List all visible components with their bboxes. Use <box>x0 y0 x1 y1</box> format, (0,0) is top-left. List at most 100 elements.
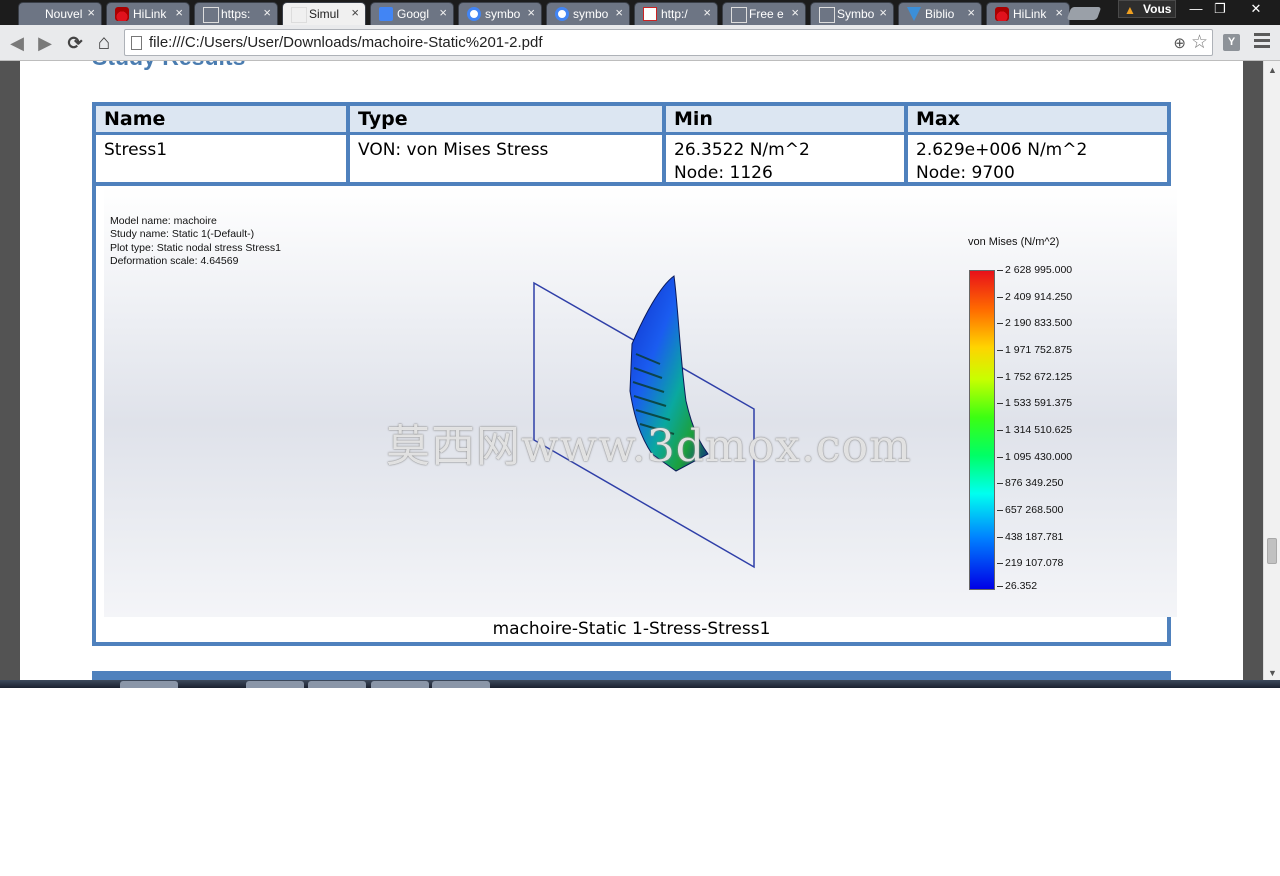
tab-close-icon[interactable]: × <box>439 6 447 20</box>
result-image-frame: Model name: machoire Study name: Static … <box>92 186 1177 646</box>
restore-button[interactable]: ❐ <box>1209 0 1231 18</box>
new-tab-button[interactable] <box>1066 7 1102 20</box>
tab-3[interactable]: https: × <box>194 2 278 25</box>
legend-label: 219 107.078 <box>1005 557 1064 569</box>
legend-label: 2 190 833.500 <box>1005 317 1073 329</box>
legend-tick <box>997 510 1003 511</box>
forward-button[interactable]: ▶ <box>34 32 56 54</box>
pdf-page: Study Results Name Type Min Max Stress1 … <box>20 61 1243 680</box>
scroll-down-icon[interactable]: ▼ <box>1268 668 1277 678</box>
warning-icon: ▲ <box>1124 3 1136 17</box>
tab-close-icon[interactable]: × <box>175 6 183 20</box>
min-value: 26.3522 N/m^2 <box>674 140 810 160</box>
tab-close-icon[interactable]: × <box>703 6 711 20</box>
tab-2[interactable]: HiLink × <box>106 2 190 25</box>
scroll-thumb[interactable] <box>1267 538 1277 564</box>
vertical-scrollbar[interactable]: ▲ ▼ <box>1263 61 1280 680</box>
cell-type: VON: von Mises Stress <box>350 135 662 182</box>
header-max: Max <box>908 106 1167 132</box>
header-name: Name <box>96 106 346 132</box>
page-file-icon <box>131 36 142 50</box>
tab-label: Symbo <box>837 7 875 21</box>
tab-label: http:/ <box>661 7 688 21</box>
taskbar-item[interactable] <box>246 681 304 688</box>
page-icon <box>291 7 307 23</box>
tab-1[interactable]: Nouvel o × <box>18 2 102 25</box>
scroll-up-icon[interactable]: ▲ <box>1268 65 1277 75</box>
results-table: Name Type Min Max Stress1 VON: von Mises… <box>92 102 1171 186</box>
menu-icon[interactable] <box>1254 33 1270 51</box>
tab-close-icon[interactable]: × <box>527 6 535 20</box>
os-taskbar <box>0 680 1280 688</box>
legend-label: 1 752 672.125 <box>1005 371 1073 383</box>
home-button[interactable]: ⌂ <box>93 32 115 54</box>
legend-tick <box>997 457 1003 458</box>
tab-5[interactable]: Googl × <box>370 2 454 25</box>
legend-tick <box>997 537 1003 538</box>
tab-close-icon[interactable]: × <box>615 6 623 20</box>
legend-tick <box>997 270 1003 271</box>
tab-close-icon[interactable]: × <box>263 6 271 20</box>
huawei-icon <box>995 7 1009 21</box>
tab-label: HiLink <box>133 7 167 21</box>
taskbar-item[interactable] <box>432 681 490 688</box>
taskbar-item[interactable] <box>371 681 429 688</box>
watermark-text: 莫西网www.3dmox.com <box>386 421 912 472</box>
tab-close-icon[interactable]: × <box>87 6 95 20</box>
legend-tick <box>997 563 1003 564</box>
tab-12[interactable]: HiLink × <box>986 2 1070 25</box>
min-node: Node: 1126 <box>674 163 773 183</box>
tab-close-icon[interactable]: × <box>1055 6 1063 20</box>
cell-min: 26.3522 N/m^2 Node: 1126 <box>666 135 904 183</box>
header-min: Min <box>666 106 904 132</box>
section-heading: Study Results <box>92 61 245 71</box>
tab-7[interactable]: symbo × <box>546 2 630 25</box>
taskbar-item[interactable] <box>308 681 366 688</box>
legend-tick <box>997 297 1003 298</box>
page-icon <box>731 7 747 23</box>
back-button[interactable]: ◀ <box>6 32 28 54</box>
tab-6[interactable]: symbo × <box>458 2 542 25</box>
legend-label: 1 314 510.625 <box>1005 424 1073 436</box>
cell-max: 2.629e+006 N/m^2 Node: 9700 <box>908 135 1167 183</box>
tab-4[interactable]: Simul × <box>282 2 366 25</box>
google-icon <box>555 7 569 21</box>
legend-tick <box>997 377 1003 378</box>
pdf-icon <box>643 7 657 21</box>
bookmark-star-icon[interactable]: ☆ <box>1191 31 1208 54</box>
pdf-viewport: Study Results Name Type Min Max Stress1 … <box>0 61 1263 680</box>
legend-label: 26.352 <box>1005 580 1038 592</box>
taskbar-item[interactable] <box>120 681 178 688</box>
max-node: Node: 9700 <box>916 163 1015 183</box>
tab-9[interactable]: Free e × <box>722 2 806 25</box>
tab-close-icon[interactable]: × <box>351 6 359 20</box>
legend-label: 1 971 752.875 <box>1005 344 1073 356</box>
legend-tick <box>997 483 1003 484</box>
close-window-button[interactable]: ✕ <box>1236 0 1276 18</box>
tab-11[interactable]: Biblio × <box>898 2 982 25</box>
tab-label: symbo <box>573 7 609 21</box>
tab-label: https: <box>221 7 251 21</box>
max-value: 2.629e+006 N/m^2 <box>916 140 1088 160</box>
address-bar[interactable]: file:///C:/Users/User/Downloads/machoire… <box>124 29 1213 56</box>
extension-icon[interactable]: Y <box>1223 34 1240 51</box>
tab-label: Free e <box>749 7 784 21</box>
tab-close-icon[interactable]: × <box>967 6 975 20</box>
tab-10[interactable]: Symbo × <box>810 2 894 25</box>
result-name: Stress1 <box>104 140 168 160</box>
tab-close-icon[interactable]: × <box>879 6 887 20</box>
bookmark-v-icon <box>907 7 921 21</box>
minimize-button[interactable]: — <box>1185 0 1207 18</box>
stress-plot: Model name: machoire Study name: Static … <box>104 186 1177 617</box>
profile-button[interactable]: ▲ Vous <box>1118 0 1176 18</box>
tab-close-icon[interactable]: × <box>791 6 799 20</box>
legend-tick <box>997 323 1003 324</box>
reload-button[interactable]: ⟳ <box>64 32 86 54</box>
huawei-icon <box>115 7 129 21</box>
tab-8[interactable]: http:/ × <box>634 2 718 25</box>
legend-tick <box>997 350 1003 351</box>
zoom-icon[interactable]: ⊕ <box>1173 34 1186 52</box>
legend-title: von Mises (N/m^2) <box>968 236 1060 248</box>
blank-tab-icon <box>27 7 41 21</box>
result-type: VON: von Mises Stress <box>358 140 549 160</box>
